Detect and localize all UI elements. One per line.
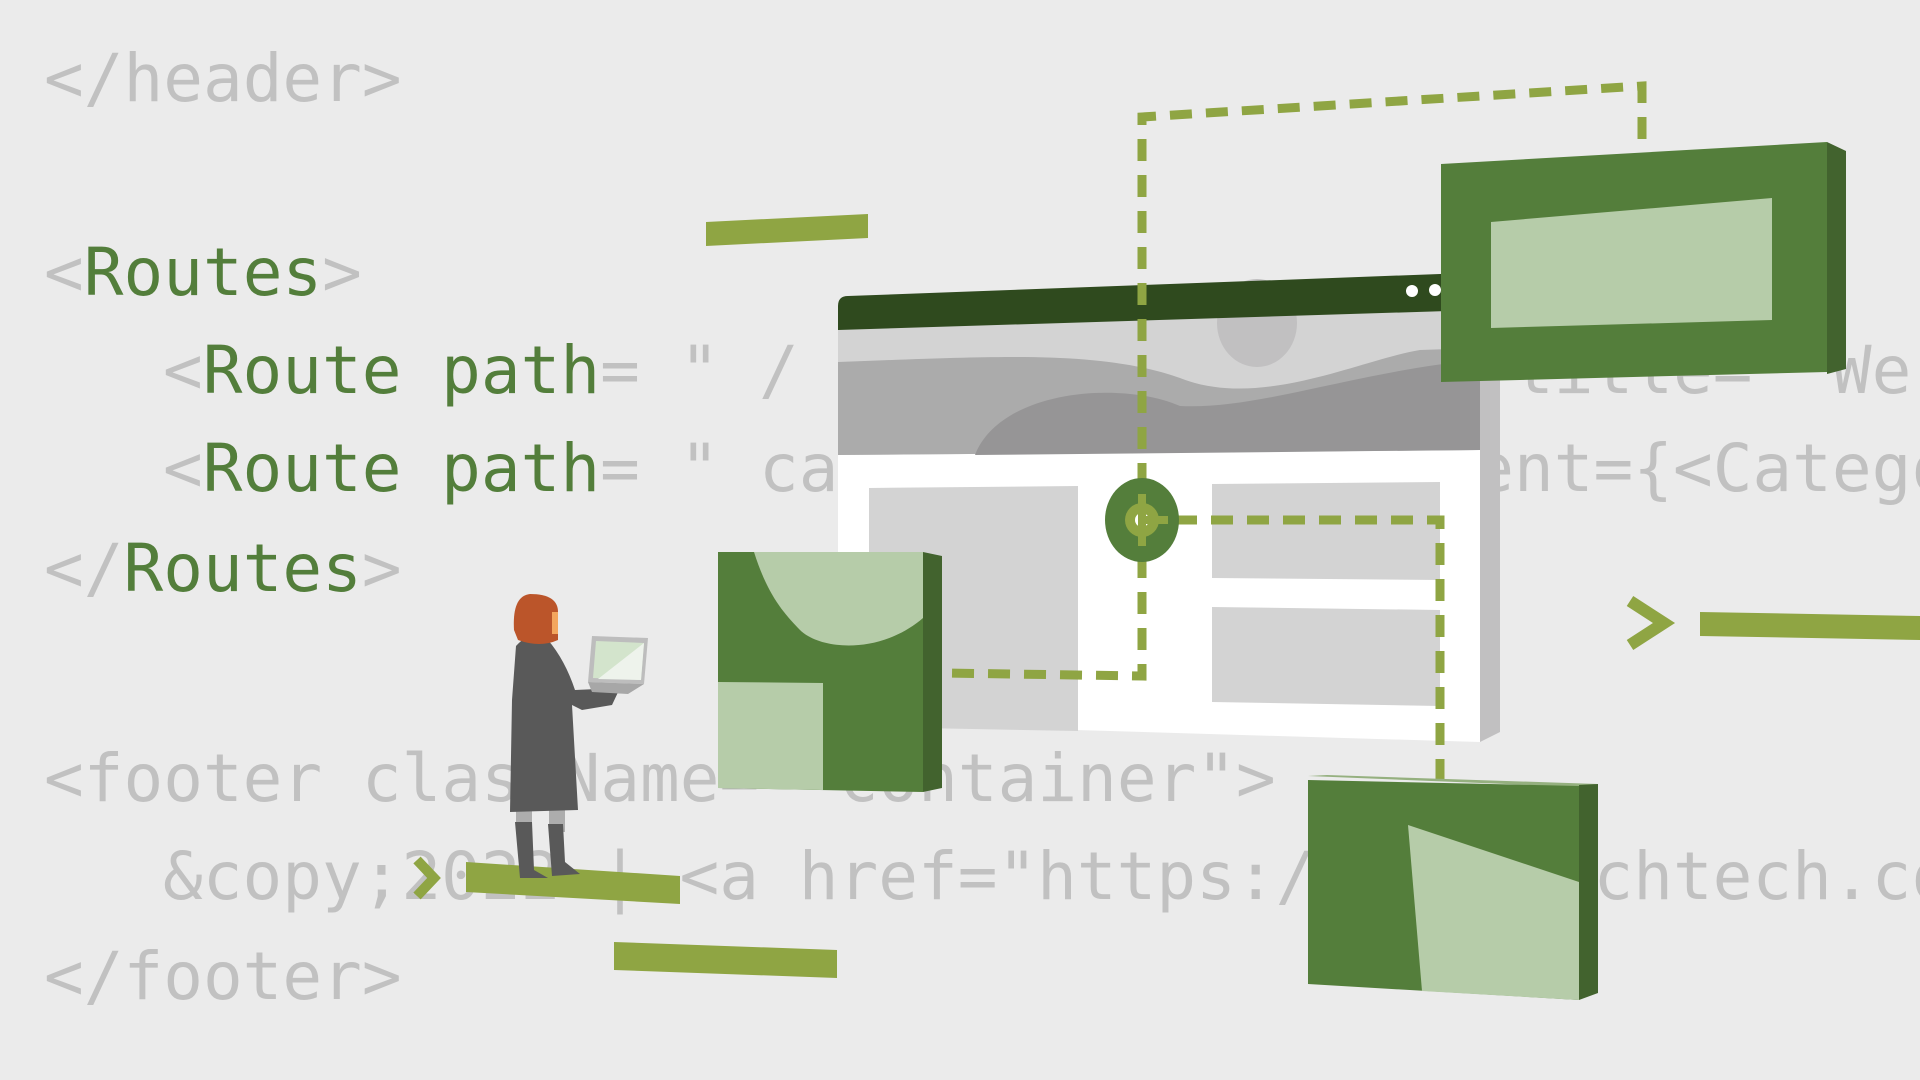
chevron-right-icon: [413, 856, 441, 900]
browser-content-card: [1212, 607, 1440, 706]
accent-bar-top: [706, 214, 868, 246]
route-block-top-right: [1441, 142, 1846, 382]
browser-content-card: [1212, 482, 1440, 580]
accent-bar-right: [1700, 612, 1920, 640]
browser-dot: [1429, 284, 1441, 296]
accent-bar-bottom: [614, 942, 837, 978]
illustration: [413, 81, 1920, 1000]
person-with-laptop: [413, 594, 680, 904]
person-hair: [513, 594, 558, 644]
route-block-left: [718, 552, 942, 792]
browser-dot: [1406, 285, 1418, 297]
route-block-bottom-right: [1308, 775, 1598, 1000]
laptop-icon: [588, 636, 648, 694]
chevron-right-icon: [1626, 595, 1676, 651]
platform-bar: [466, 862, 680, 904]
route-node-icon: [1105, 478, 1179, 562]
